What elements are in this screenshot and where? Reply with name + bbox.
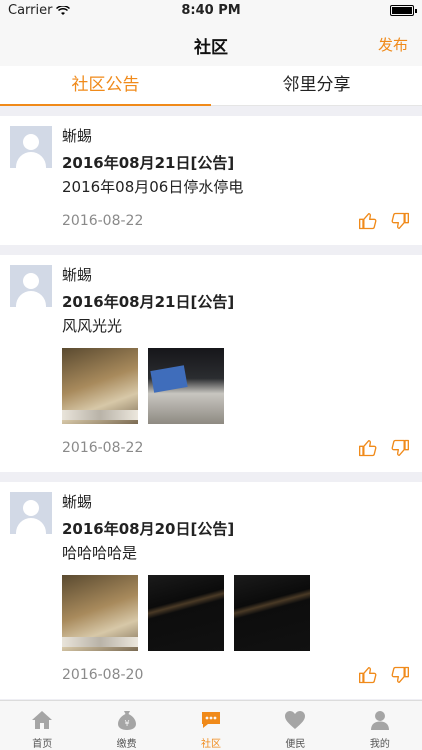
post-card[interactable]: 蜥蜴 2016年08月21日[公告] 2016年08月06日停水停电 2016-…: [0, 116, 422, 245]
bottom-tab-bar: 首页 ¥ 缴费 社区 便民 我的: [0, 700, 422, 750]
avatar[interactable]: [10, 265, 52, 307]
post-username: 蜥蜴: [62, 127, 93, 145]
post-actions: [358, 665, 410, 685]
post-date: 2016-08-22: [62, 440, 144, 456]
thumbs-down-icon[interactable]: [390, 665, 410, 685]
post-body: 风风光光: [62, 317, 123, 335]
status-time: 8:40 PM: [181, 3, 241, 18]
photo-grid: [62, 348, 410, 424]
money-bag-icon: ¥: [117, 711, 136, 730]
tab-payment[interactable]: ¥ 缴费: [84, 701, 168, 750]
post-username: 蜥蜴: [62, 266, 93, 284]
home-icon: [32, 711, 53, 729]
post-actions: [358, 438, 410, 458]
box-photo[interactable]: [148, 348, 224, 424]
thumbs-down-icon[interactable]: [390, 211, 410, 231]
battery-icon: [390, 5, 417, 16]
tab-mine[interactable]: 我的: [338, 701, 422, 750]
photo-grid: [62, 575, 410, 651]
tab-convenience[interactable]: 便民: [253, 701, 337, 750]
thumbs-up-icon[interactable]: [358, 665, 378, 685]
svg-text:¥: ¥: [124, 719, 129, 728]
avatar[interactable]: [10, 492, 52, 534]
post-title: 2016年08月21日[公告]: [62, 293, 235, 311]
post-title: 2016年08月21日[公告]: [62, 154, 235, 172]
thumbs-up-icon[interactable]: [358, 438, 378, 458]
segment-tabs: 社区公告 邻里分享: [0, 66, 422, 106]
tab-label: 缴费: [116, 739, 137, 750]
desk-photo[interactable]: [62, 348, 138, 424]
status-bar: Carrier 8:40 PM: [0, 0, 422, 22]
tab-home[interactable]: 首页: [0, 701, 84, 750]
post-date: 2016-08-20: [62, 667, 144, 683]
post-feed[interactable]: 蜥蜴 2016年08月21日[公告] 2016年08月06日停水停电 2016-…: [0, 116, 422, 700]
tab-label: 我的: [369, 739, 390, 750]
page-title: 社区: [194, 38, 228, 58]
post-body: 哈哈哈哈是: [62, 544, 138, 562]
tab-label: 便民: [285, 739, 306, 750]
post-title: 2016年08月20日[公告]: [62, 520, 235, 538]
person-icon: [370, 711, 389, 730]
tab-label: 社区: [201, 739, 222, 750]
thumbs-down-icon[interactable]: [390, 438, 410, 458]
post-date: 2016-08-22: [62, 213, 144, 229]
dark-photo[interactable]: [234, 575, 310, 651]
post-actions: [358, 211, 410, 231]
tab-community[interactable]: 社区: [169, 701, 253, 750]
dark-photo[interactable]: [148, 575, 224, 651]
heart-icon: [285, 711, 306, 729]
thumbs-up-icon[interactable]: [358, 211, 378, 231]
publish-button[interactable]: 发布: [378, 34, 408, 55]
chat-icon: [202, 712, 221, 728]
post-card[interactable]: 蜥蜴 2016年08月20日[公告] 哈哈哈哈是 2016-08-20: [0, 482, 422, 699]
tab-announcements[interactable]: 社区公告: [0, 66, 211, 106]
post-username: 蜥蜴: [62, 493, 93, 511]
desk-photo[interactable]: [62, 575, 138, 651]
post-body: 2016年08月06日停水停电: [62, 178, 244, 196]
tab-label: 首页: [32, 739, 53, 750]
navigation-bar: 社区 发布: [0, 22, 422, 66]
avatar[interactable]: [10, 126, 52, 168]
post-card[interactable]: 蜥蜴 2016年08月21日[公告] 风风光光 2016-08-22: [0, 255, 422, 472]
tab-neighbor-share[interactable]: 邻里分享: [211, 66, 422, 105]
